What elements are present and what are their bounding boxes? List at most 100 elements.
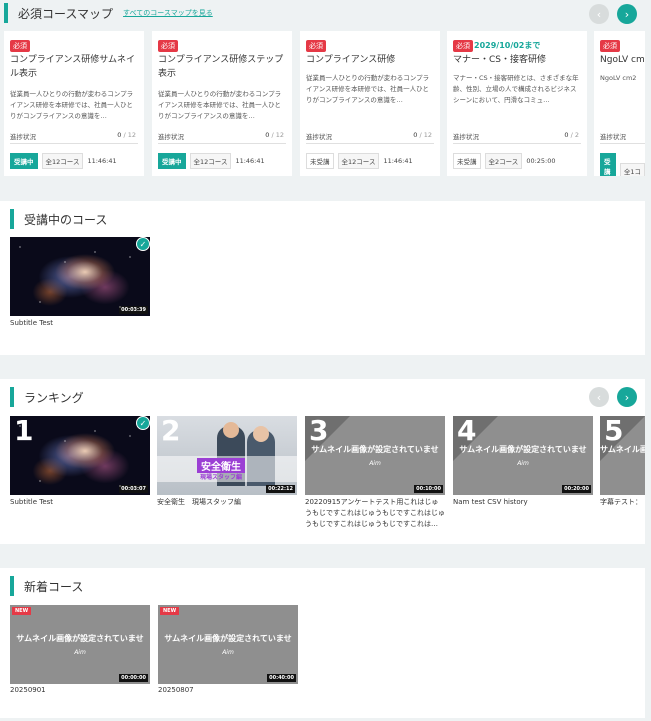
course-map-description: NgoLV cm2: [600, 74, 637, 82]
course-map-card[interactable]: 必須 2029/10/02まで マナー・CS・接客研修 マナー・CS・接客研修と…: [447, 31, 587, 176]
course-caption[interactable]: 20220915アンケートテスト用これはじゅうもじですこれはじゅうもじですこれは…: [305, 497, 445, 530]
divider: [306, 143, 434, 144]
ranking-section: ランキング ‹ › 1 ✓ 00:03:07 Subtitle Test 安全衛…: [0, 379, 645, 544]
section-accent-bar: [10, 209, 14, 229]
divider: [10, 143, 138, 144]
course-map-card[interactable]: 必須 コンプライアンス研修 従業員一人ひとりの行動が変わるコンプライアンス研修を…: [300, 31, 440, 176]
duration-label: 00:03:39: [119, 306, 148, 314]
progress-row: 進捗状況 0 / 2: [453, 131, 579, 141]
section-header: 受講中のコース: [10, 209, 107, 229]
progress-done: 0: [117, 131, 122, 139]
chevron-left-icon: ‹: [596, 7, 602, 21]
course-caption[interactable]: 安全衛生 現場スタッフ編: [157, 497, 297, 508]
check-icon: ✓: [136, 237, 150, 251]
thumbnail-title: 安全衛生: [197, 458, 245, 473]
course-map-title: コンプライアンス研修ステップ表示: [158, 55, 284, 79]
all-course-maps-link[interactable]: すべてのコースマップを見る: [123, 8, 213, 18]
total-time: 00:25:00: [526, 157, 556, 165]
course-map-tags: 受講中 全12コース 11:46:41: [10, 153, 117, 169]
course-caption[interactable]: 20250901: [10, 685, 150, 696]
thumbnail-subtitle: 現場スタッフ編: [200, 474, 243, 481]
status-badge: 受講中: [10, 153, 38, 169]
course-count: 全12コース: [189, 153, 232, 169]
chevron-right-icon: ›: [624, 7, 630, 21]
new-badge: NEW: [160, 607, 180, 615]
required-badge: 必須: [10, 40, 30, 52]
progress-done: 0: [413, 131, 418, 139]
section-header: 新着コース: [10, 576, 83, 596]
carousel-next-button[interactable]: ›: [617, 4, 637, 24]
course-caption[interactable]: 字幕テスト：: [600, 497, 645, 508]
carousel-next-button[interactable]: ›: [617, 387, 637, 407]
course-count: 全1コ: [619, 163, 645, 176]
progress-label: 進捗状況: [306, 133, 332, 141]
course-map-description: 従業員一人ひとりの行動が変わるコンプライアンス研修を本研修では、社員一人ひとりが…: [306, 74, 430, 104]
in-progress-section: 受講中のコース ✓ 00:03:39 Subtitle Test: [0, 201, 645, 355]
course-map-description: 従業員一人ひとりの行動が変わるコンプライアンス研修を本研修では、社員一人ひとりが…: [10, 90, 134, 120]
section-accent-bar: [4, 3, 8, 23]
progress-total: / 12: [123, 131, 136, 139]
check-icon: ✓: [136, 416, 150, 430]
course-thumbnail[interactable]: 3 サムネイル画像が設定されていませ Aim 00:10:00: [305, 416, 445, 495]
required-badge: 必須: [453, 40, 473, 52]
progress-row: 進捗状況 0 / 12: [10, 131, 136, 141]
due-date: 2029/10/02まで: [474, 41, 541, 50]
status-badge: 受講中: [158, 153, 186, 169]
divider: [453, 143, 581, 144]
course-map-tags: 受講中 全12コース 11:46:41: [158, 153, 265, 169]
rank-number: 1: [14, 416, 34, 447]
section-title: 受講中のコース: [24, 212, 108, 227]
photo-person-head: [253, 426, 269, 442]
aim-logo: Aim: [222, 649, 234, 656]
duration-label: 00:40:00: [267, 674, 296, 682]
progress-label: 進捗状況: [453, 133, 479, 141]
chevron-left-icon: ‹: [596, 390, 602, 404]
no-thumbnail-text: サムネイル画像が設定されていませ: [311, 445, 439, 454]
no-thumbnail-text: サムネイル画像が設定されていませ: [459, 445, 587, 454]
section-title: ランキング: [24, 390, 84, 405]
course-caption[interactable]: Subtitle Test: [10, 497, 150, 508]
aim-logo: Aim: [369, 460, 381, 467]
progress-label: 進捗状況: [10, 133, 36, 141]
required-badge: 必須: [306, 40, 326, 52]
course-thumbnail[interactable]: 4 サムネイル画像が設定されていませ Aim 00:20:00: [453, 416, 593, 495]
new-courses-section: 新着コース NEW サムネイル画像が設定されていませ Aim 00:00:00 …: [0, 568, 645, 718]
section-accent-bar: [10, 576, 14, 596]
carousel-prev-button[interactable]: ‹: [589, 387, 609, 407]
divider: [158, 143, 286, 144]
course-map-tags: 未受講 全12コース 11:46:41: [306, 153, 413, 169]
rank-number: 3: [309, 416, 329, 447]
course-thumbnail[interactable]: 1 ✓ 00:03:07: [10, 416, 150, 495]
course-caption[interactable]: Subtitle Test: [10, 318, 150, 329]
course-count: 全12コース: [337, 153, 380, 169]
rank-number: 5: [604, 416, 624, 447]
course-map-card[interactable]: 必須 コンプライアンス研修ステップ表示 従業員一人ひとりの行動が変わるコンプライ…: [152, 31, 292, 176]
course-map-tags: 未受講 全2コース 00:25:00: [453, 153, 556, 169]
course-thumbnail[interactable]: NEW サムネイル画像が設定されていませ Aim 00:00:00: [10, 605, 150, 684]
progress-label: 進捗状況: [600, 133, 626, 141]
course-caption[interactable]: Nam test CSV history: [453, 497, 593, 508]
course-thumbnail[interactable]: 安全衛生 現場スタッフ編 2 00:22:12: [157, 416, 297, 495]
course-map-title: マナー・CS・接客研修: [453, 55, 546, 65]
course-map-description: マナー・CS・接客研修とは、さまざまな年齢、性別、立場の人で構成されるビジネスシ…: [453, 74, 579, 104]
section-accent-bar: [10, 387, 14, 407]
progress-label: 進捗状況: [158, 133, 184, 141]
progress-row: 進捗状況 0 / 12: [158, 131, 284, 141]
section-title: 新着コース: [24, 579, 84, 594]
course-map-tags: 受講中 全1コ: [600, 153, 645, 176]
new-badge: NEW: [12, 607, 32, 615]
required-badge: 必須: [600, 40, 620, 52]
rank-number: 4: [457, 416, 477, 447]
course-map-card[interactable]: 必須 NgoLV cm2 NgoLV cm2 進捗状況 受講中 全1コ: [594, 31, 645, 176]
duration-label: 00:22:12: [266, 485, 295, 493]
course-map-description: 従業員一人ひとりの行動が変わるコンプライアンス研修を本研修では、社員一人ひとりが…: [158, 90, 282, 120]
carousel-prev-button[interactable]: ‹: [589, 4, 609, 24]
photo-person-head: [223, 422, 239, 438]
course-thumbnail[interactable]: NEW サムネイル画像が設定されていませ Aim 00:40:00: [158, 605, 298, 684]
no-thumbnail-text: サムネイル画像が設定されていませ: [164, 634, 292, 643]
course-thumbnail[interactable]: 5 サムネイル画像が設定されていませ: [600, 416, 645, 495]
course-thumbnail[interactable]: ✓ 00:03:39: [10, 237, 150, 316]
section-header: ランキング: [10, 387, 84, 407]
course-map-card[interactable]: 必須 コンプライアンス研修サムネイル表示 従業員一人ひとりの行動が変わるコンプラ…: [4, 31, 144, 176]
course-caption[interactable]: 20250807: [158, 685, 298, 696]
